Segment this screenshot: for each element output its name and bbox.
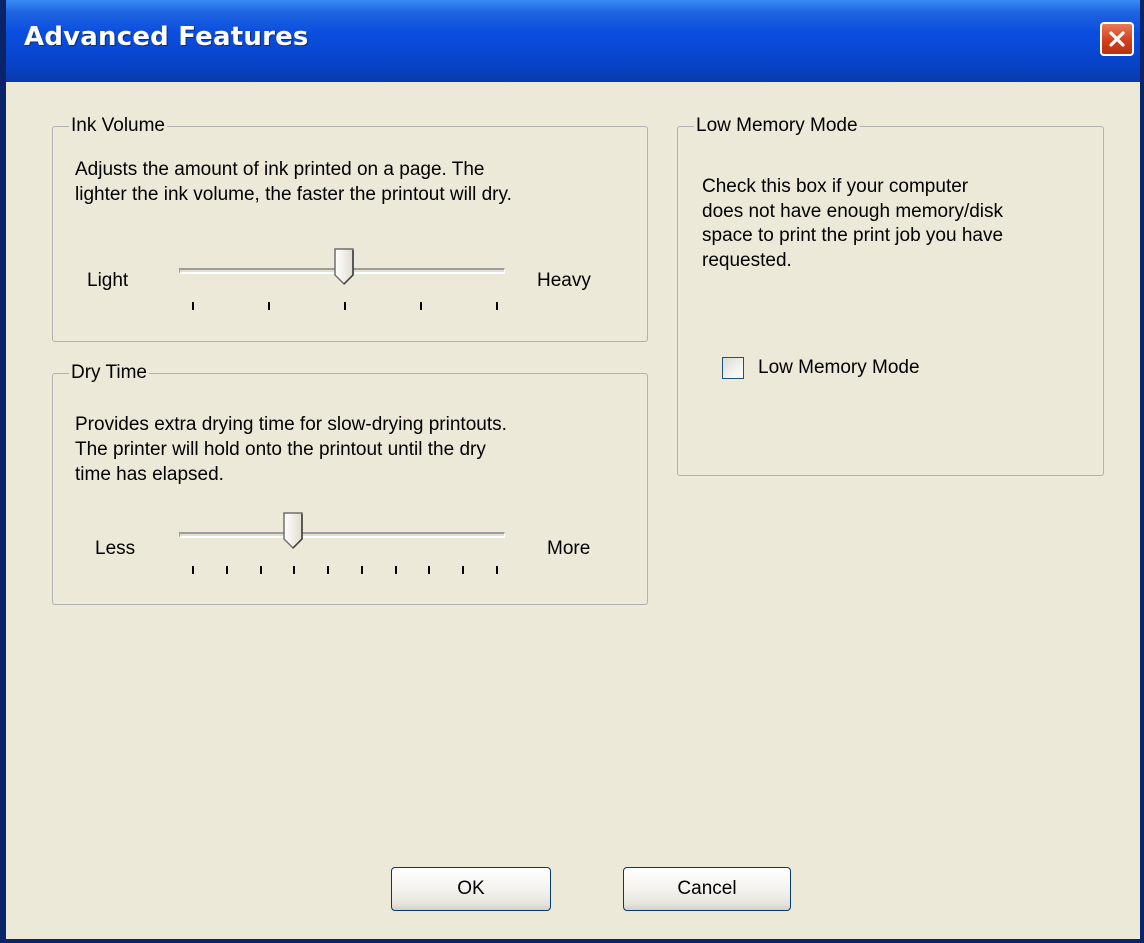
window-title: Advanced Features — [24, 22, 309, 52]
low-memory-description-line: requested. — [702, 249, 792, 271]
low-memory-description-line: does not have enough memory/disk — [702, 200, 1004, 222]
slider-tick — [496, 566, 498, 574]
slider-tick — [428, 566, 431, 574]
slider-tick — [496, 302, 498, 310]
low-memory-group: Low Memory Mode Check this box if your c… — [677, 114, 1104, 476]
slider-tick — [394, 566, 397, 574]
ink-volume-slider[interactable] — [53, 127, 647, 341]
slider-tick — [360, 566, 363, 574]
slider-tick — [420, 302, 422, 310]
slider-tick — [462, 566, 465, 574]
slider-tick — [327, 566, 330, 574]
low-memory-description-line: space to print the print job you have — [702, 225, 1004, 246]
dry-time-slider-track[interactable] — [179, 532, 505, 538]
slider-tick — [192, 566, 194, 574]
slider-tick — [268, 302, 270, 310]
ink-volume-group: Ink Volume Adjusts the amount of ink pri… — [52, 114, 648, 342]
cancel-button[interactable]: Cancel — [623, 867, 791, 911]
slider-tick — [192, 302, 194, 310]
slider-tick — [293, 566, 296, 574]
low-memory-checkbox[interactable] — [722, 357, 744, 379]
ok-button[interactable]: OK — [391, 867, 551, 911]
slider-thumb[interactable] — [282, 512, 306, 550]
dry-time-group: Dry Time Provides extra drying time for … — [52, 361, 648, 605]
slider-tick — [225, 566, 228, 574]
advanced-features-dialog: Advanced Features Ink Volume Adjusts the… — [0, 0, 1144, 943]
low-memory-description: Check this box if your computer does not… — [702, 175, 1003, 273]
low-memory-description-line: Check this box if your computer — [702, 176, 969, 197]
slider-tick — [344, 302, 346, 310]
window-edge-mark — [0, 826, 6, 862]
close-x-icon — [1109, 31, 1125, 47]
low-memory-checkbox-label[interactable]: Low Memory Mode — [758, 356, 920, 380]
slider-tick — [259, 566, 262, 574]
low-memory-group-title: Low Memory Mode — [694, 114, 860, 138]
close-button[interactable] — [1100, 22, 1134, 56]
slider-thumb[interactable] — [333, 248, 357, 286]
dry-time-slider[interactable] — [53, 374, 647, 604]
title-bar[interactable]: Advanced Features — [6, 0, 1140, 82]
